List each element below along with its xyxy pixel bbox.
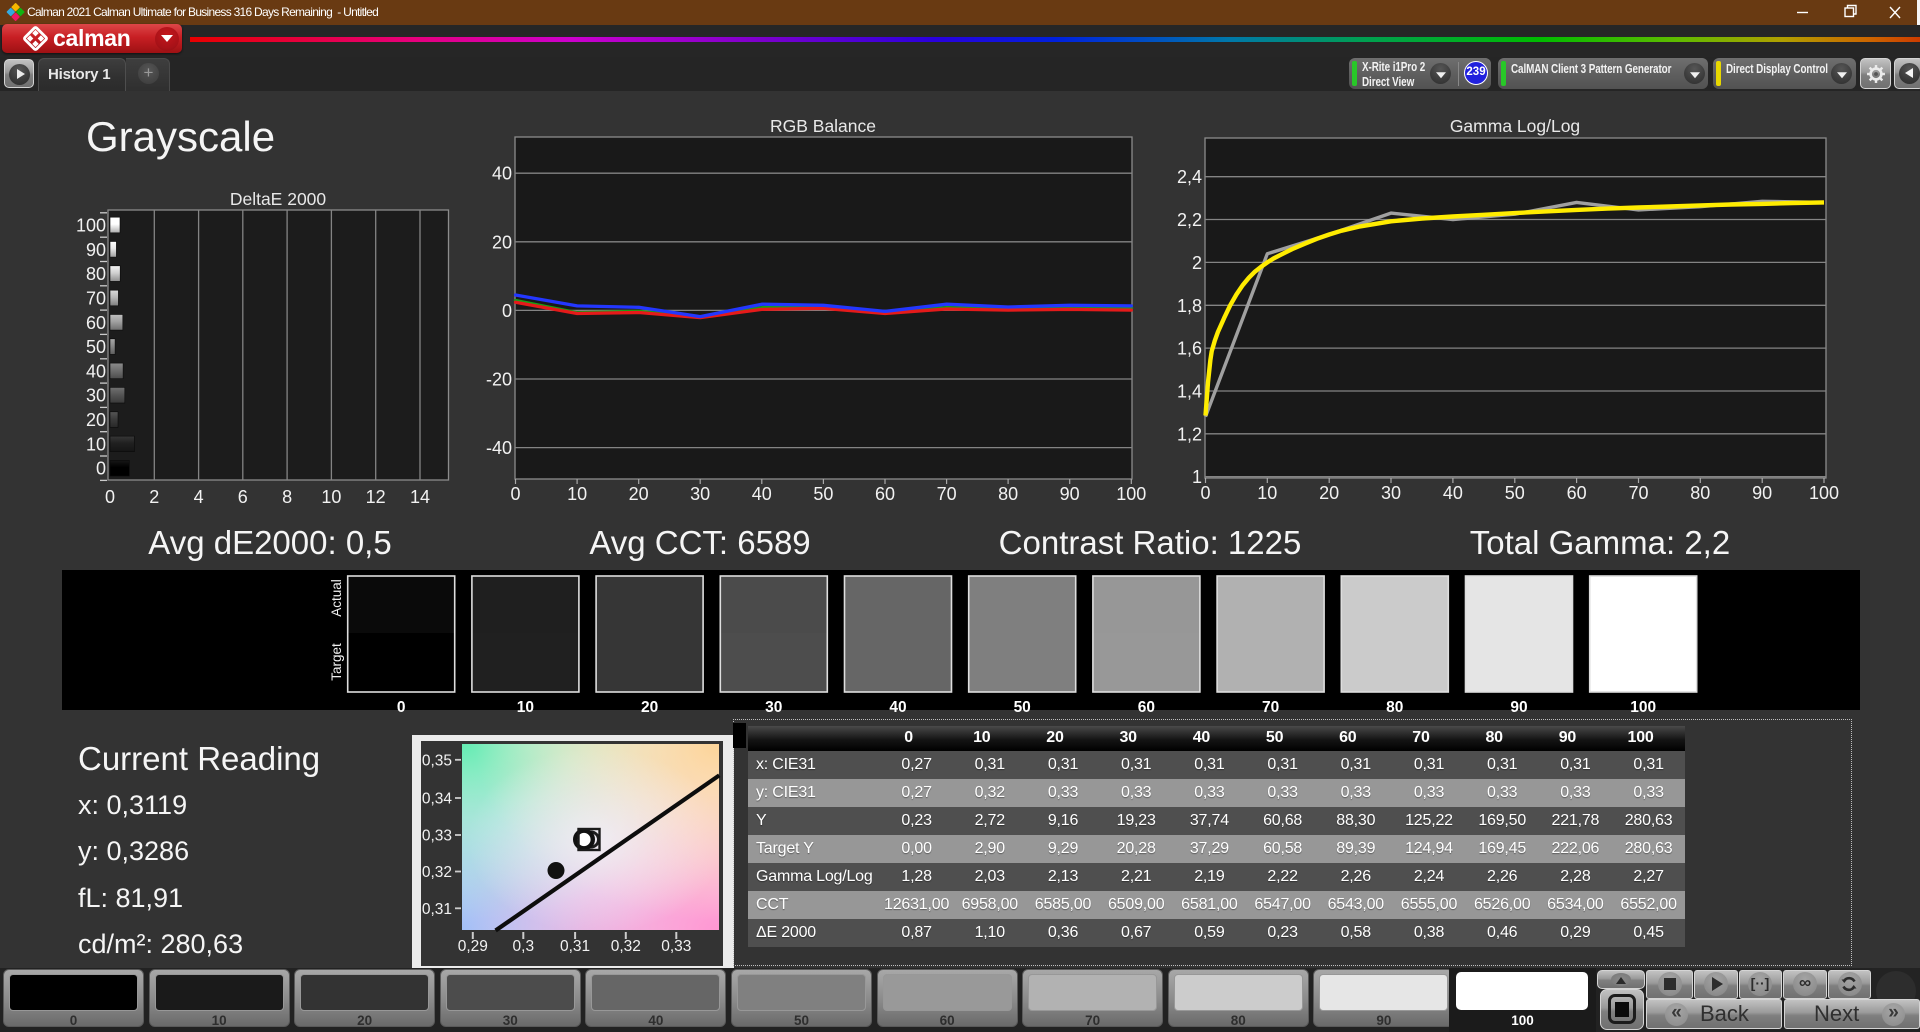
svg-text:-20: -20 [486, 370, 512, 390]
svg-text:20: 20 [1319, 483, 1339, 503]
svg-text:0,32: 0,32 [611, 938, 641, 955]
svg-text:40: 40 [86, 361, 106, 381]
svg-text:Actual: Actual [329, 579, 344, 617]
svg-text:0: 0 [397, 699, 406, 716]
svg-text:0,31: 0,31 [422, 901, 452, 918]
svg-text:0,32: 0,32 [422, 864, 452, 881]
svg-text:0: 0 [510, 484, 520, 504]
svg-text:100: 100 [76, 216, 106, 236]
svg-text:0: 0 [1200, 483, 1210, 503]
svg-text:0,33: 0,33 [422, 828, 452, 845]
svg-text:30: 30 [690, 484, 710, 504]
svg-text:10: 10 [86, 434, 106, 454]
svg-text:DeltaE 2000: DeltaE 2000 [230, 189, 327, 209]
svg-text:0: 0 [96, 459, 106, 479]
svg-text:80: 80 [998, 484, 1018, 504]
svg-text:30: 30 [765, 699, 782, 716]
svg-text:0,33: 0,33 [661, 938, 691, 955]
svg-text:60: 60 [1138, 699, 1155, 716]
svg-text:2,2: 2,2 [1177, 210, 1202, 230]
svg-text:8: 8 [282, 487, 292, 507]
svg-text:60: 60 [875, 484, 895, 504]
svg-text:10: 10 [567, 484, 587, 504]
svg-text:1,8: 1,8 [1177, 296, 1202, 316]
svg-text:Gamma Log/Log: Gamma Log/Log [1450, 116, 1580, 136]
svg-text:2,4: 2,4 [1177, 167, 1202, 187]
svg-text:30: 30 [86, 386, 106, 406]
svg-text:20: 20 [641, 699, 658, 716]
svg-text:50: 50 [1505, 483, 1525, 503]
svg-text:40: 40 [752, 484, 772, 504]
svg-text:Target: Target [329, 643, 344, 681]
svg-text:0: 0 [502, 301, 512, 321]
svg-text:70: 70 [1262, 699, 1279, 716]
svg-text:80: 80 [1690, 483, 1710, 503]
svg-text:40: 40 [889, 699, 906, 716]
svg-text:90: 90 [1060, 484, 1080, 504]
svg-text:0,35: 0,35 [422, 752, 452, 769]
svg-text:90: 90 [86, 240, 106, 260]
svg-text:4: 4 [194, 487, 204, 507]
svg-text:0,3: 0,3 [513, 938, 535, 955]
svg-text:0,31: 0,31 [560, 938, 590, 955]
svg-text:12: 12 [366, 487, 386, 507]
svg-text:80: 80 [86, 264, 106, 284]
svg-text:60: 60 [1567, 483, 1587, 503]
svg-text:100: 100 [1116, 484, 1146, 504]
svg-text:40: 40 [1443, 483, 1463, 503]
svg-text:70: 70 [86, 289, 106, 309]
svg-text:1,2: 1,2 [1177, 424, 1202, 444]
svg-text:0,29: 0,29 [458, 938, 488, 955]
svg-text:50: 50 [86, 337, 106, 357]
svg-text:100: 100 [1809, 483, 1839, 503]
svg-text:100: 100 [1630, 699, 1656, 716]
svg-text:1,4: 1,4 [1177, 382, 1202, 402]
svg-text:6: 6 [238, 487, 248, 507]
svg-text:70: 70 [1628, 483, 1648, 503]
svg-text:30: 30 [1381, 483, 1401, 503]
svg-text:50: 50 [813, 484, 833, 504]
svg-text:20: 20 [86, 410, 106, 430]
svg-text:40: 40 [492, 164, 512, 184]
svg-text:RGB Balance: RGB Balance [770, 116, 876, 136]
svg-text:20: 20 [629, 484, 649, 504]
svg-text:10: 10 [321, 487, 341, 507]
svg-text:80: 80 [1386, 699, 1403, 716]
svg-text:20: 20 [492, 232, 512, 252]
svg-text:0: 0 [105, 487, 115, 507]
svg-text:10: 10 [517, 699, 534, 716]
svg-text:-40: -40 [486, 438, 512, 458]
svg-text:2: 2 [1192, 253, 1202, 273]
svg-text:14: 14 [410, 487, 430, 507]
svg-text:10: 10 [1257, 483, 1277, 503]
svg-text:2: 2 [149, 487, 159, 507]
svg-text:90: 90 [1752, 483, 1772, 503]
svg-text:50: 50 [1014, 699, 1031, 716]
svg-text:1,6: 1,6 [1177, 339, 1202, 359]
svg-text:60: 60 [86, 313, 106, 333]
svg-text:90: 90 [1510, 699, 1527, 716]
svg-text:70: 70 [937, 484, 957, 504]
svg-text:0,34: 0,34 [422, 791, 453, 808]
